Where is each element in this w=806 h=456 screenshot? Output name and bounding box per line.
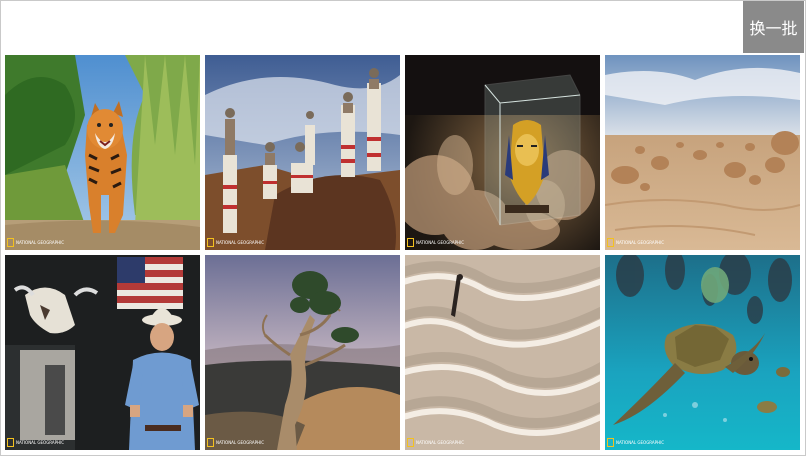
national-geographic-logo: NATIONAL GEOGRAPHIC xyxy=(407,438,464,447)
ng-border-icon xyxy=(7,238,14,247)
cowboy-photo xyxy=(5,255,200,450)
ng-border-icon xyxy=(607,238,614,247)
image-grid: NATIONAL GEOGRAPHIC NATIONAL GEOGRAPHIC … xyxy=(5,55,800,450)
image-tile-mask[interactable]: NATIONAL GEOGRAPHIC xyxy=(405,55,600,250)
image-tile-desert[interactable]: NATIONAL GEOGRAPHIC xyxy=(605,55,800,250)
ng-border-icon xyxy=(407,438,414,447)
national-geographic-logo: NATIONAL GEOGRAPHIC xyxy=(7,438,64,447)
turtle-photo xyxy=(605,255,800,450)
desert-photo xyxy=(605,55,800,250)
tree-photo xyxy=(205,255,400,450)
ng-border-icon xyxy=(607,438,614,447)
ng-border-icon xyxy=(207,438,214,447)
dunes-photo xyxy=(405,255,600,450)
national-geographic-logo: NATIONAL GEOGRAPHIC xyxy=(7,238,64,247)
national-geographic-logo: NATIONAL GEOGRAPHIC xyxy=(207,238,264,247)
image-tile-figures[interactable]: NATIONAL GEOGRAPHIC xyxy=(205,55,400,250)
refresh-batch-button[interactable]: 换一批 xyxy=(743,1,804,53)
image-tile-cowboy[interactable]: NATIONAL GEOGRAPHIC xyxy=(5,255,200,450)
ng-border-icon xyxy=(407,238,414,247)
image-tile-tree[interactable]: NATIONAL GEOGRAPHIC xyxy=(205,255,400,450)
image-tile-turtle[interactable]: NATIONAL GEOGRAPHIC xyxy=(605,255,800,450)
national-geographic-logo: NATIONAL GEOGRAPHIC xyxy=(607,238,664,247)
image-tile-tiger[interactable]: NATIONAL GEOGRAPHIC xyxy=(5,55,200,250)
ng-border-icon xyxy=(7,438,14,447)
national-geographic-logo: NATIONAL GEOGRAPHIC xyxy=(607,438,664,447)
national-geographic-logo: NATIONAL GEOGRAPHIC xyxy=(207,438,264,447)
image-tile-dunes[interactable]: NATIONAL GEOGRAPHIC xyxy=(405,255,600,450)
mask-photo xyxy=(405,55,600,250)
ng-border-icon xyxy=(207,238,214,247)
tiger-photo xyxy=(5,55,200,250)
national-geographic-logo: NATIONAL GEOGRAPHIC xyxy=(407,238,464,247)
figures-photo xyxy=(205,55,400,250)
